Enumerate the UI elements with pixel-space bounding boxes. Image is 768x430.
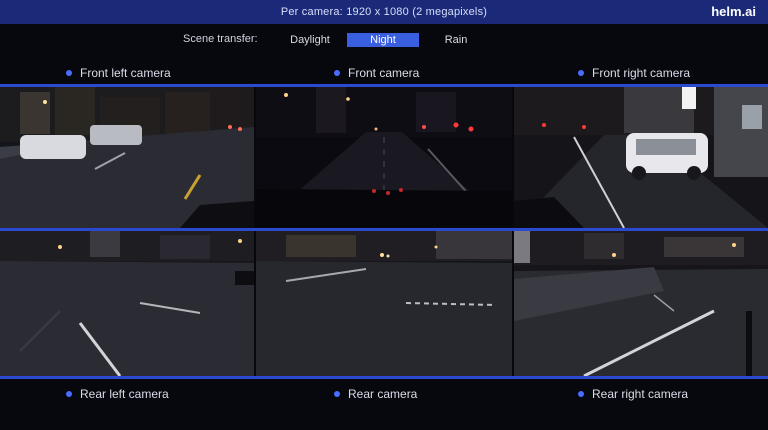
rear-left-camera-label: Rear left camera [66,386,169,402]
bullet-dot-icon [334,391,340,397]
rear-left-camera-feed [0,231,254,376]
brand-logo: helm.ai [711,4,756,19]
bullet-dot-icon [578,391,584,397]
divider-bottom [0,376,768,379]
front-right-camera-feed [514,87,768,228]
bullet-dot-icon [578,70,584,76]
front-left-camera-label: Front left camera [66,65,171,81]
rear-camera-row [0,231,768,376]
rear-camera-label: Rear camera [334,386,417,402]
bullet-dot-icon [66,70,72,76]
scene-option-rain[interactable]: Rain [438,33,474,47]
scene-option-night[interactable]: Night [347,33,419,47]
rear-right-camera-feed [514,231,768,376]
scene-transfer-label: Scene transfer: [183,33,258,45]
bullet-dot-icon [66,391,72,397]
scene-option-daylight[interactable]: Daylight [282,33,338,47]
front-camera-row [0,87,768,228]
front-camera-label: Front camera [334,65,419,81]
front-camera-feed [256,87,512,228]
resolution-title: Per camera: 1920 x 1080 (2 megapixels) [280,6,488,18]
scene-transfer-controls: Scene transfer: Daylight Night Rain [0,31,768,49]
bullet-dot-icon [334,70,340,76]
rear-camera-feed [256,231,512,376]
front-right-camera-label: Front right camera [578,65,690,81]
rear-right-camera-label: Rear right camera [578,386,688,402]
header-bar: Per camera: 1920 x 1080 (2 megapixels) h… [0,0,768,24]
front-left-camera-feed [0,87,254,228]
